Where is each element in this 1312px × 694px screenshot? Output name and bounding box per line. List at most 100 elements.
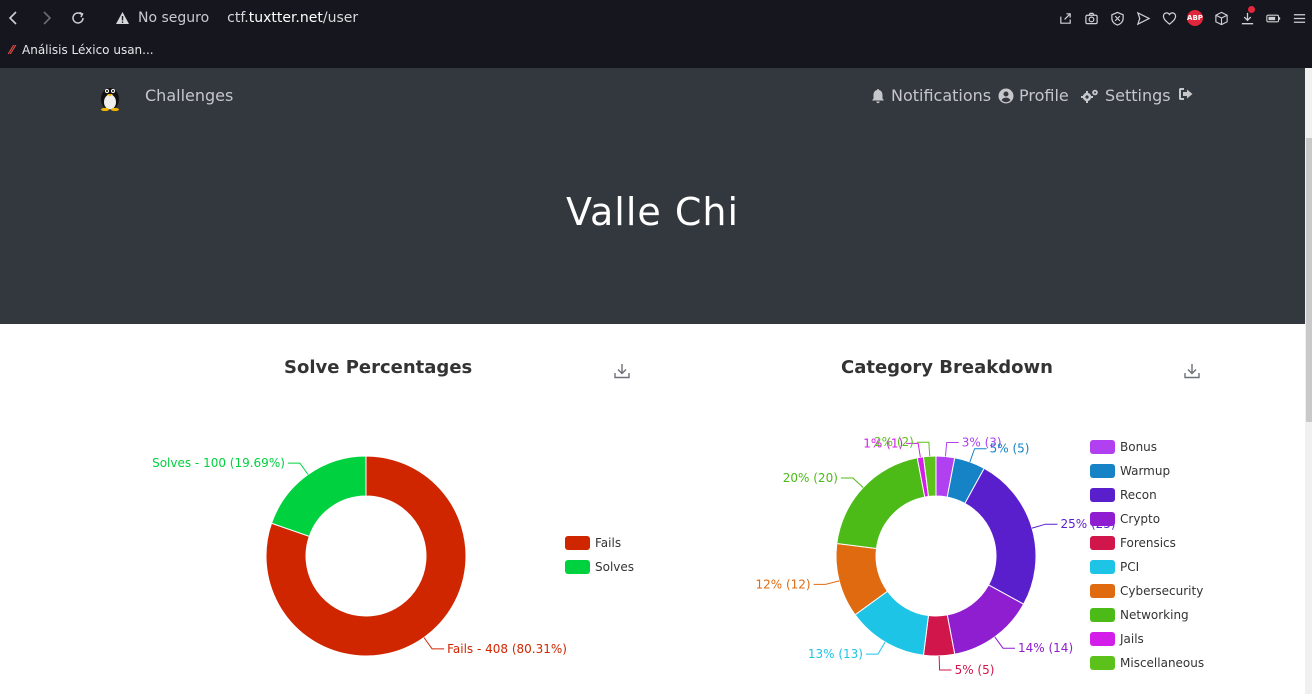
chart1-legend-item: Miscellaneous [1120,656,1204,670]
chart1-leader-line [865,641,886,655]
browser-chrome: No seguro ctf.tuxtter.net/user ABP ⁄⁄ An… [0,0,1312,68]
chart1-legend-item: PCI [1120,560,1139,574]
chart1-leader-line [1031,523,1058,529]
url-path: /user [322,10,359,26]
chart1-slice-label: 5% (5) [990,442,1030,456]
send-icon [1136,11,1150,25]
nav-notifications[interactable]: Notifications [870,86,991,105]
forward-button[interactable] [36,8,56,28]
cogs-icon [1081,89,1098,103]
chart1-legend-swatch [1090,656,1115,670]
downloads-button[interactable] [1234,6,1260,28]
bell-icon [872,88,884,103]
chart0-slice-solves [270,455,367,537]
chart1-slice-label: 20% (20) [783,471,838,485]
warning-icon [116,12,129,24]
chart1-slice-label: 12% (12) [755,577,810,591]
chart1-leader-line [969,448,987,463]
menu-icon [1293,13,1305,23]
charts-area: Fails - 408 (80.31%) Solves - 100 (19.69%… [152,435,1204,677]
chart1-slice-label: 13% (13) [808,647,863,661]
chevron-right-icon [43,11,52,25]
shield-button[interactable] [1104,8,1130,28]
reload-icon [72,11,84,24]
battery-icon [1265,14,1280,22]
chart1-slice-label: 2% (2) [874,435,914,449]
chart0-slice-label: Fails - 408 (80.31%) [447,642,567,656]
chart1-legend-item: Jails [1119,632,1144,646]
chart1-legend-swatch [1090,560,1115,574]
bookmark-favicon-icon: ⁄⁄ [10,43,15,57]
bookmark-item[interactable]: ⁄⁄ Análisis Léxico usan... [10,43,154,57]
chart1-legend-swatch [1090,608,1115,622]
nav-profile-label: Profile [1019,86,1069,105]
logout-button[interactable] [1178,86,1194,102]
chart1-legend-item: Networking [1120,608,1189,622]
chart0-legend-swatch [565,536,590,550]
tux-logo-icon[interactable] [97,83,123,111]
chart1-legend-swatch [1090,536,1115,550]
send-button[interactable] [1130,8,1156,28]
chart1-legend-item: Warmup [1120,464,1170,478]
chart1-leader-line [840,477,864,488]
bookmarks-bar: ⁄⁄ Análisis Léxico usan... [0,36,1312,64]
back-button[interactable] [4,8,24,28]
chart1-legend-swatch [1090,488,1115,502]
chart1-legend-item: Bonus [1120,440,1157,454]
nav-profile[interactable]: Profile [998,86,1069,105]
nav-challenges[interactable]: Challenges [145,86,233,105]
extensions-button[interactable] [1208,8,1234,28]
chart1-legend-swatch [1090,584,1115,598]
chart0-legend-item: Solves [595,560,634,574]
user-circle-icon [998,88,1014,103]
url-text: ctf.tuxtter.net/user [227,10,358,26]
chart0-slice-label: Solves - 100 (19.69%) [152,456,285,470]
nav-settings-label: Settings [1105,86,1171,105]
chart0-legend-item: Fails [595,536,621,550]
chart1-slice-label: 5% (5) [955,663,995,677]
screenshot-button[interactable] [1078,8,1104,28]
chart1-legend-item: Cybersecurity [1120,584,1203,598]
reload-button[interactable] [68,8,88,28]
address-bar[interactable]: No seguro ctf.tuxtter.net/user [115,8,358,28]
favorites-button[interactable] [1156,8,1182,28]
chart1-leader-line [994,636,1016,649]
cube-icon [1214,11,1228,25]
sign-out-icon [1179,88,1193,100]
bookmark-label: Análisis Léxico usan... [22,43,154,57]
chart1-slice-recon [964,467,1037,605]
chart1-legend-swatch [1090,464,1115,478]
chart1-leader-line [944,442,959,457]
chart1-slice-label: 14% (14) [1018,641,1073,655]
chart1-legend-swatch [1090,632,1115,646]
chevron-left-icon [8,11,17,25]
chart1-slice-networking [836,457,926,550]
heart-icon [1162,11,1176,25]
page-scrollbar[interactable] [1305,68,1312,694]
share-icon [1059,12,1071,24]
url-host-prefix: ctf. [227,10,249,26]
adblock-button[interactable]: ABP [1182,8,1208,28]
shield-icon [1110,11,1124,26]
security-label: No seguro [138,10,210,26]
battery-button[interactable] [1260,8,1286,28]
adblock-icon: ABP [1187,10,1203,26]
camera-icon [1084,12,1098,24]
chart1-leader-line [813,580,840,585]
chart0-leader-line [287,462,309,475]
chart0-legend-swatch [565,560,590,574]
profile-username: Valle Chi [565,190,740,234]
share-button[interactable] [1052,8,1078,28]
menu-button[interactable] [1286,8,1312,28]
browser-toolbar: No seguro ctf.tuxtter.net/user ABP [0,0,1312,36]
chart1-legend-item: Forensics [1120,536,1176,550]
nav-notifications-label: Notifications [891,86,992,105]
nav-settings[interactable]: Settings [1080,86,1171,105]
chart1-legend-swatch [1090,440,1115,454]
chart1-legend-item: Crypto [1120,512,1160,526]
chart1-legend-item: Recon [1120,488,1157,502]
scrollbar-thumb[interactable] [1306,138,1312,422]
browser-extensions: ABP [1052,6,1312,28]
notification-dot [1248,6,1255,13]
nav-challenges-label: Challenges [145,86,234,105]
